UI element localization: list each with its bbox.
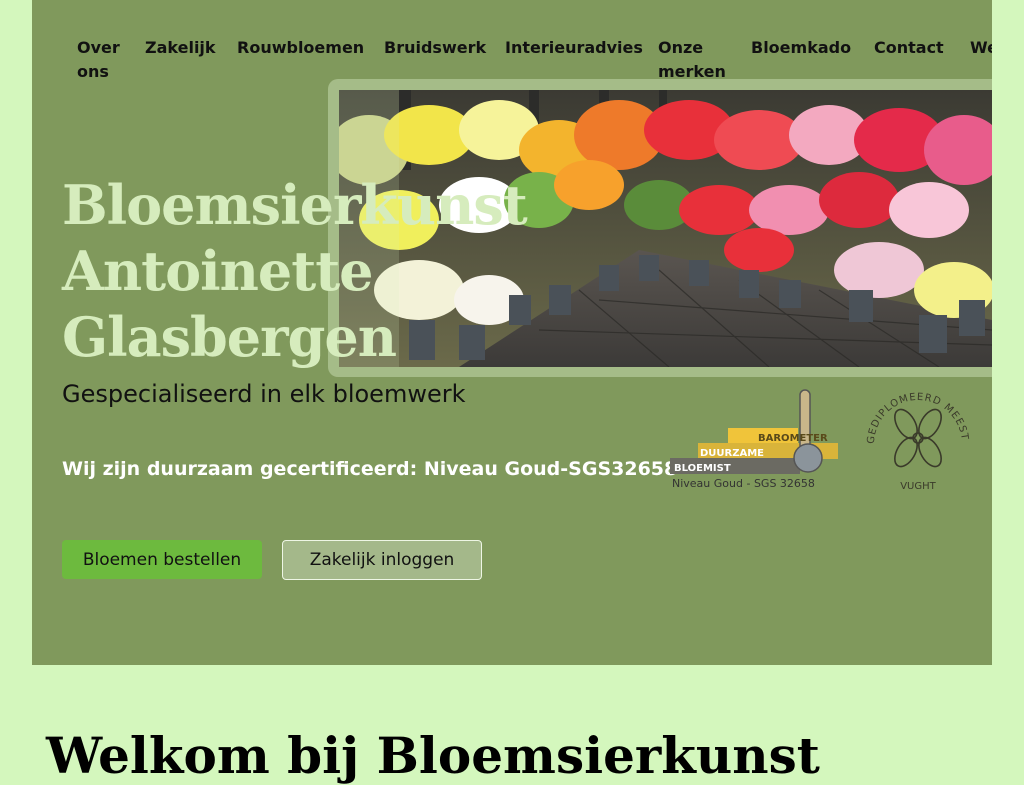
title-line-3: Glasbergen bbox=[62, 305, 397, 369]
welcome-heading: Welkom bij Bloemsierkunst bbox=[46, 726, 820, 785]
barometer-word-3: BLOEMIST bbox=[674, 463, 731, 474]
nav-item-webshop[interactable]: Websh bbox=[970, 36, 992, 60]
nav-item-zakelijk[interactable]: Zakelijk bbox=[145, 36, 216, 60]
page-title: Bloemsierkunst Antoinette Glasbergen bbox=[62, 172, 528, 370]
nav-item-rouwbloemen[interactable]: Rouwbloemen bbox=[237, 36, 364, 60]
title-line-2: Antoinette bbox=[62, 239, 374, 303]
seal-bottom-text: VUGHT bbox=[900, 481, 936, 492]
barometer-word-1: BAROMETER bbox=[758, 433, 828, 444]
barometer-duurzame-bloemist-logo: BAROMETER DUURZAME BLOEMIST Niveau Goud … bbox=[670, 389, 838, 490]
title-line-1: Bloemsierkunst bbox=[62, 173, 528, 237]
nav-item-bloemkado[interactable]: Bloemkado bbox=[751, 36, 851, 60]
nav-item-over-ons[interactable]: Over ons bbox=[77, 36, 147, 84]
business-login-button[interactable]: Zakelijk inloggen bbox=[282, 540, 482, 580]
hero-subtitle: Gespecialiseerd in elk bloemwerk bbox=[62, 380, 466, 408]
barometer-level: Niveau Goud - SGS 32658 bbox=[672, 477, 815, 490]
nav-item-onze-merken[interactable]: Onze merken bbox=[658, 36, 728, 84]
nav-item-bruidswerk[interactable]: Bruidswerk bbox=[384, 36, 486, 60]
nav-item-contact[interactable]: Contact bbox=[874, 36, 944, 60]
barometer-word-2: DUURZAME bbox=[700, 448, 764, 459]
certification-text: Wij zijn duurzaam gecertificeerd: Niveau… bbox=[62, 458, 678, 480]
nav-item-interieuradvies[interactable]: Interieuradvies bbox=[505, 36, 643, 60]
hero-section: Over ons Zakelijk Rouwbloemen Bruidswerk… bbox=[32, 0, 992, 665]
order-flowers-button[interactable]: Bloemen bestellen bbox=[62, 540, 262, 579]
meesterbinder-seal-logo: GEDIPLOMEERD MEESTERBINDER VUGHT bbox=[860, 380, 969, 492]
